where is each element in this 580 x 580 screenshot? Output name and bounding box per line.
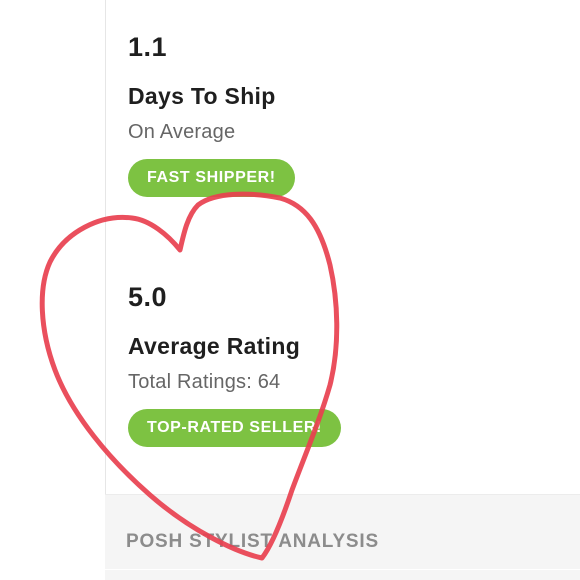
seller-stats-page: 1.1 Days To Ship On Average FAST SHIPPER… (0, 0, 580, 580)
column-divider (105, 0, 106, 494)
average-rating-title: Average Rating (128, 333, 301, 359)
posh-stylist-analysis-title: POSH STYLIST ANALYSIS (126, 531, 379, 552)
top-rated-seller-badge: TOP-RATED SELLER! (128, 409, 341, 447)
days-to-ship-stat: 1.1 Days To Ship On Average FAST SHIPPER… (128, 30, 295, 197)
days-to-ship-value: 1.1 (128, 32, 168, 62)
days-to-ship-subtitle: On Average (128, 121, 236, 143)
posh-stylist-analysis-section[interactable]: POSH STYLIST ANALYSIS (105, 494, 580, 580)
fast-shipper-badge: FAST SHIPPER! (128, 159, 295, 197)
days-to-ship-title: Days To Ship (128, 83, 276, 109)
section-divider (105, 569, 580, 570)
total-ratings-count: Total Ratings: 64 (128, 371, 281, 393)
average-rating-value: 5.0 (128, 282, 168, 312)
average-rating-stat: 5.0 Average Rating Total Ratings: 64 TOP… (128, 280, 341, 447)
